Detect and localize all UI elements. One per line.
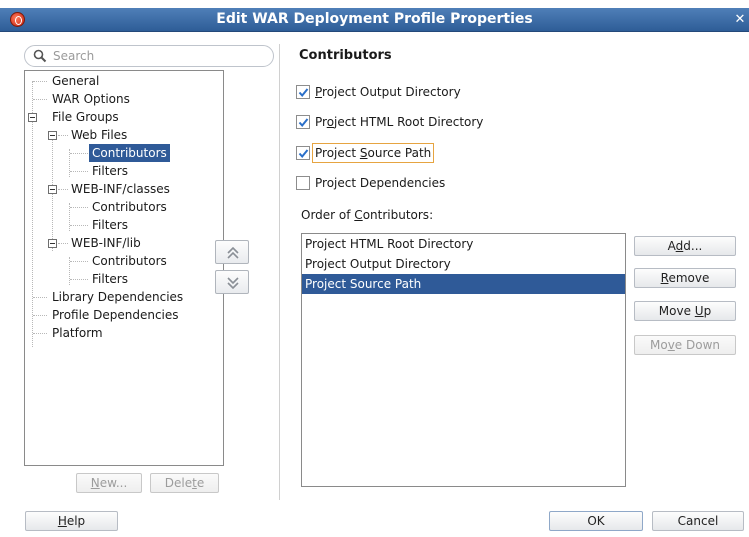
window-title: Edit WAR Deployment Profile Properties <box>216 11 533 27</box>
contributors-order-list[interactable]: Project HTML Root Directory Project Outp… <box>301 233 626 487</box>
checkmark-icon <box>298 88 309 98</box>
collapse-icon[interactable] <box>48 239 57 248</box>
close-icon[interactable]: ✕ <box>733 12 747 27</box>
move-up-button[interactable]: Move Up <box>634 301 736 321</box>
cancel-button[interactable]: Cancel <box>652 511 744 531</box>
move-up-arrow-button[interactable] <box>215 240 249 264</box>
list-item[interactable]: Project HTML Root Directory <box>302 234 625 254</box>
collapse-icon[interactable] <box>28 113 37 122</box>
new-button[interactable]: New... <box>76 473 142 493</box>
double-chevron-up-icon <box>227 247 239 259</box>
checkbox-label: Project HTML Root Directory <box>315 115 484 129</box>
search-icon <box>33 49 47 63</box>
add-button[interactable]: Add... <box>634 236 736 256</box>
search-input[interactable] <box>53 48 263 64</box>
list-item[interactable]: Project Output Directory <box>302 254 625 274</box>
collapse-icon[interactable] <box>48 131 57 140</box>
collapse-icon[interactable] <box>48 185 57 194</box>
section-title: Contributors <box>299 48 392 63</box>
search-field[interactable] <box>24 45 274 67</box>
checkmark-icon <box>298 149 309 159</box>
checkbox[interactable] <box>296 115 310 129</box>
double-chevron-down-icon <box>227 277 239 289</box>
remove-button[interactable]: Remove <box>634 268 736 288</box>
order-of-contributors-label: Order of Contributors: <box>301 208 434 222</box>
ok-button[interactable]: OK <box>549 511 643 531</box>
checkbox-label: Project Source Path <box>312 143 435 163</box>
move-down-button[interactable]: Move Down <box>634 335 736 355</box>
panel-divider <box>279 44 280 500</box>
title-bar: Edit WAR Deployment Profile Properties ✕ <box>0 8 749 32</box>
help-button[interactable]: Help <box>25 511 118 531</box>
checkbox[interactable] <box>296 85 310 99</box>
move-down-arrow-button[interactable] <box>215 270 249 294</box>
checkbox-label: Project Output Directory <box>315 85 461 99</box>
checkbox[interactable] <box>296 146 310 160</box>
navigation-tree[interactable]: General WAR Options File Groups Web File… <box>24 70 224 466</box>
checkbox-label: Project Dependencies <box>315 176 446 190</box>
checkbox[interactable] <box>296 176 310 190</box>
checkmark-icon <box>298 118 309 128</box>
delete-button[interactable]: Delete <box>150 473 219 493</box>
list-item[interactable]: Project Source Path <box>302 274 625 294</box>
